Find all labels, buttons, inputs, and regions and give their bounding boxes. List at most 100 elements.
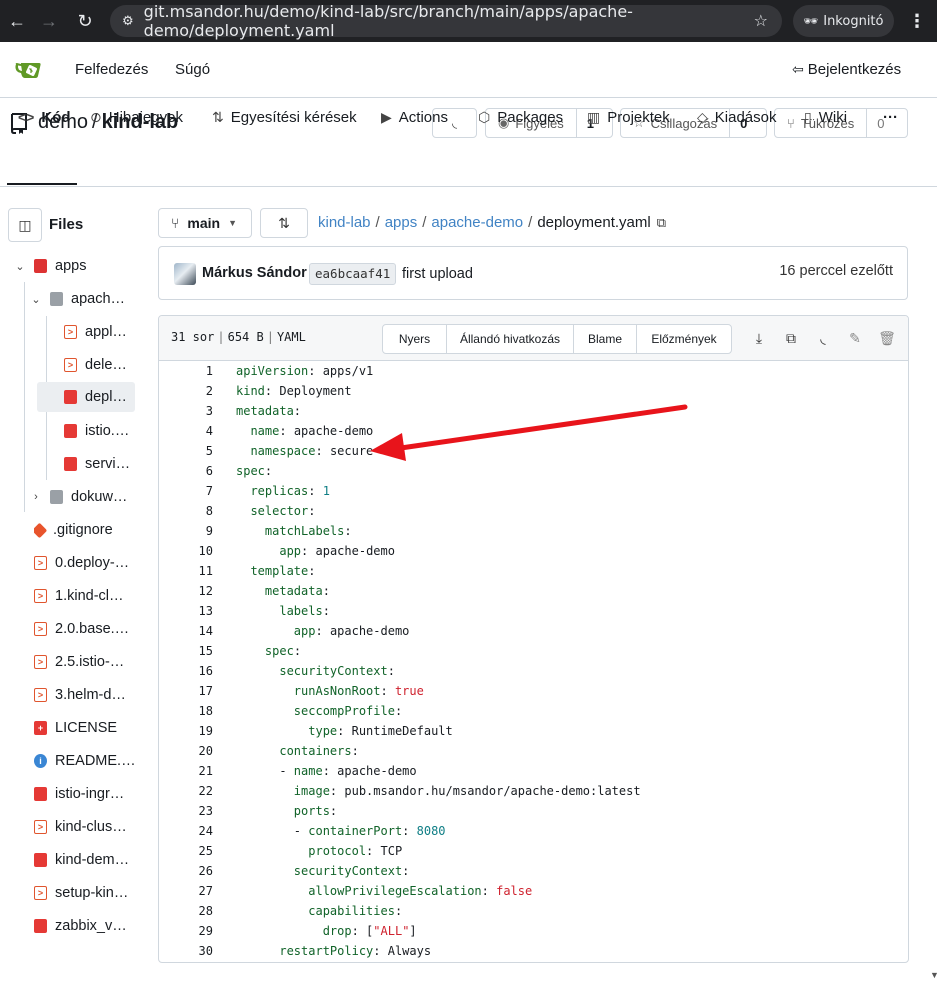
line-number[interactable]: 28 bbox=[159, 901, 213, 921]
back-icon[interactable]: ← bbox=[4, 8, 30, 34]
line-number[interactable]: 16 bbox=[159, 661, 213, 681]
tree-item-kind-cluster-script[interactable]: > 1.kind-cl… bbox=[34, 581, 144, 611]
tree-item-application[interactable]: > appl… bbox=[64, 317, 144, 347]
line-number[interactable]: 7 bbox=[159, 481, 213, 501]
line-number[interactable]: 22 bbox=[159, 781, 213, 801]
line-number[interactable]: 17 bbox=[159, 681, 213, 701]
site-settings-icon[interactable]: ⚙ bbox=[122, 14, 134, 29]
tree-item-license[interactable]: + LICENSE bbox=[34, 713, 144, 743]
breadcrumb-repo-link[interactable]: kind-lab bbox=[318, 214, 371, 231]
tree-item-istio[interactable]: istio.… bbox=[64, 416, 144, 446]
nav-explore-link[interactable]: Felfedezés bbox=[75, 61, 148, 78]
line-number[interactable]: 26 bbox=[159, 861, 213, 881]
tab-projects[interactable]: ▥ Projektek bbox=[587, 103, 670, 131]
line-number[interactable]: 6 bbox=[159, 461, 213, 481]
code-line: 15 spec: bbox=[159, 641, 908, 661]
breadcrumb-apps-link[interactable]: apps bbox=[385, 214, 418, 231]
tree-item-helm-script[interactable]: > 3.helm-d… bbox=[34, 680, 144, 710]
scroll-down-arrow-icon[interactable]: ▼ bbox=[930, 970, 937, 980]
tree-item-kind-demo[interactable]: kind-dem… bbox=[34, 845, 144, 875]
line-number[interactable]: 20 bbox=[159, 741, 213, 761]
breadcrumb-current-file: deployment.yaml bbox=[537, 214, 651, 231]
reload-icon[interactable]: ↻ bbox=[72, 8, 98, 34]
line-number[interactable]: 1 bbox=[159, 361, 213, 381]
breadcrumb-separator: / bbox=[375, 214, 380, 231]
commit-author[interactable]: Márkus Sándor bbox=[202, 265, 307, 281]
line-number[interactable]: 27 bbox=[159, 881, 213, 901]
line-number[interactable]: 30 bbox=[159, 941, 213, 961]
tree-item-istio-ingress[interactable]: istio-ingr… bbox=[34, 779, 144, 809]
tree-item-label: setup-kin… bbox=[55, 885, 129, 901]
tree-item-readme[interactable]: i README.… bbox=[34, 746, 144, 776]
tree-item-label: 2.0.base.… bbox=[55, 621, 130, 637]
code-line: 20 containers: bbox=[159, 741, 908, 761]
tab-code[interactable]: <> Kód bbox=[18, 103, 71, 131]
copy-path-icon[interactable]: ⧉ bbox=[657, 215, 666, 231]
line-number[interactable]: 24 bbox=[159, 821, 213, 841]
line-number[interactable]: 19 bbox=[159, 721, 213, 741]
tree-item-deploy-script[interactable]: > 0.deploy-… bbox=[34, 548, 144, 578]
line-number[interactable]: 29 bbox=[159, 921, 213, 941]
line-number[interactable]: 3 bbox=[159, 401, 213, 421]
tree-item-apps[interactable]: ⌄ apps bbox=[14, 251, 144, 281]
tab-pull-requests[interactable]: ⇅ Egyesítési kérések bbox=[212, 103, 357, 131]
tab-releases[interactable]: ◇ Kiadások bbox=[697, 103, 777, 131]
login-link[interactable]: ⇦ Bejelentkezés bbox=[792, 61, 901, 78]
tree-item-dokuwiki[interactable]: › dokuw… bbox=[30, 482, 144, 512]
commit-sha-badge[interactable]: ea6bcaaf41 bbox=[309, 263, 397, 285]
tab-wiki[interactable]: ▯ Wiki bbox=[804, 103, 847, 131]
line-number[interactable]: 5 bbox=[159, 441, 213, 461]
branch-selector[interactable]: ⑂ main ▼ bbox=[158, 208, 252, 238]
tree-item-gitignore[interactable]: .gitignore bbox=[34, 515, 144, 545]
avatar[interactable] bbox=[174, 263, 196, 285]
compare-button[interactable]: ⇅ bbox=[260, 208, 308, 238]
tree-item-base-script[interactable]: > 2.0.base.… bbox=[34, 614, 144, 644]
trash-icon[interactable]: 🗑 bbox=[871, 327, 903, 349]
tree-item-deployment[interactable]: depl… bbox=[37, 382, 135, 412]
line-number[interactable]: 15 bbox=[159, 641, 213, 661]
line-number[interactable]: 2 bbox=[159, 381, 213, 401]
line-number[interactable]: 4 bbox=[159, 421, 213, 441]
tree-item-apache-demo[interactable]: ⌄ apach… bbox=[30, 284, 144, 314]
blame-button[interactable]: Blame bbox=[574, 325, 637, 353]
line-number[interactable]: 14 bbox=[159, 621, 213, 641]
line-number[interactable]: 21 bbox=[159, 761, 213, 781]
more-tabs-icon[interactable]: ··· bbox=[883, 103, 898, 131]
tab-packages[interactable]: ⬡ Packages bbox=[478, 103, 563, 131]
raw-button[interactable]: Nyers bbox=[383, 325, 447, 353]
nav-help-link[interactable]: Súgó bbox=[175, 61, 210, 78]
forward-icon[interactable]: → bbox=[36, 8, 62, 34]
line-number[interactable]: 11 bbox=[159, 561, 213, 581]
line-number[interactable]: 25 bbox=[159, 841, 213, 861]
history-button[interactable]: Előzmények bbox=[637, 325, 731, 353]
line-number[interactable]: 10 bbox=[159, 541, 213, 561]
tab-issues[interactable]: ⊙ Hibajegyek bbox=[90, 103, 183, 131]
download-icon[interactable]: ⤓ bbox=[743, 327, 775, 349]
tree-item-delete[interactable]: > dele… bbox=[64, 350, 144, 380]
tree-item-istio-script[interactable]: > 2.5.istio-… bbox=[34, 647, 144, 677]
line-number[interactable]: 13 bbox=[159, 601, 213, 621]
tree-item-kind-cluster[interactable]: > kind-clus… bbox=[34, 812, 144, 842]
line-number[interactable]: 12 bbox=[159, 581, 213, 601]
edit-pencil-icon[interactable]: ✎ bbox=[839, 327, 871, 349]
toggle-file-tree-button[interactable]: ◫ bbox=[8, 208, 42, 242]
line-number[interactable]: 9 bbox=[159, 521, 213, 541]
address-bar[interactable]: ⚙ git.msandor.hu/demo/kind-lab/src/branc… bbox=[110, 2, 782, 40]
rss-icon[interactable]: ◟ bbox=[807, 327, 839, 349]
copy-content-icon[interactable]: ⧉ bbox=[775, 327, 807, 349]
line-number[interactable]: 18 bbox=[159, 701, 213, 721]
permalink-button[interactable]: Állandó hivatkozás bbox=[447, 325, 574, 353]
browser-menu-icon[interactable]: ⋮ bbox=[908, 10, 926, 32]
tree-item-setup-kind[interactable]: > setup-kin… bbox=[34, 878, 144, 908]
line-number[interactable]: 8 bbox=[159, 501, 213, 521]
bookmark-star-icon[interactable]: ☆ bbox=[754, 11, 768, 30]
gitea-logo-icon[interactable] bbox=[14, 59, 44, 81]
tree-item-zabbix[interactable]: zabbix_v… bbox=[34, 911, 144, 941]
commit-message[interactable]: first upload bbox=[402, 266, 473, 282]
incognito-badge[interactable]: 🕶 Inkognitó bbox=[793, 5, 894, 37]
breadcrumb-apache-demo-link[interactable]: apache-demo bbox=[431, 214, 523, 231]
tree-item-label: dokuw… bbox=[71, 489, 128, 505]
line-number[interactable]: 23 bbox=[159, 801, 213, 821]
tree-item-service[interactable]: servi… bbox=[64, 449, 144, 479]
tab-actions[interactable]: ▶ Actions bbox=[381, 103, 448, 131]
